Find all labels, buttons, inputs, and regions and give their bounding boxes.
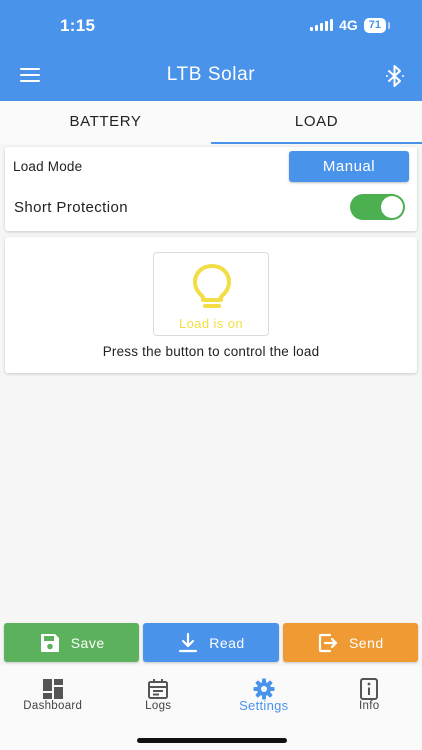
battery-level: 71	[363, 17, 391, 33]
app-title: LTB Solar	[166, 64, 256, 85]
load-control-card: Load is on Press the button to control t…	[5, 237, 417, 373]
nav-info[interactable]: Info	[317, 666, 422, 750]
nav-dashboard-label: Dashboard	[23, 700, 83, 712]
short-protection-toggle[interactable]	[350, 194, 405, 220]
gear-icon	[253, 678, 275, 700]
save-label: Save	[70, 634, 105, 651]
nav-settings-label: Settings	[239, 698, 289, 713]
load-status-text: Load is on	[179, 316, 243, 331]
status-time: 1:15	[60, 16, 96, 35]
download-icon	[179, 632, 198, 652]
save-icon	[40, 633, 59, 652]
send-label: Send	[348, 634, 384, 651]
toggle-knob	[381, 196, 403, 218]
nav-info-label: Info	[359, 700, 380, 712]
home-indicator	[137, 738, 287, 743]
read-button[interactable]: Read	[143, 623, 279, 662]
action-bar: Save Read Send	[4, 623, 418, 662]
tab-load[interactable]: LOAD	[211, 101, 422, 144]
dashboard-icon	[42, 679, 63, 699]
app-header: 1:15 4G 71 LTB Solar	[0, 0, 422, 101]
calendar-icon	[148, 679, 169, 699]
load-mode-button[interactable]: Manual	[289, 151, 409, 182]
tab-battery[interactable]: BATTERY	[0, 101, 211, 144]
signal-icon	[310, 19, 334, 31]
save-button[interactable]: Save	[4, 623, 140, 662]
short-protection-label: Short Protection	[14, 199, 128, 216]
nav-logs-label: Logs	[145, 700, 172, 712]
load-hint-text: Press the button to control the load	[102, 344, 320, 359]
info-icon	[360, 678, 379, 700]
load-mode-label: Load Mode	[13, 159, 83, 174]
send-button[interactable]: Send	[282, 623, 418, 662]
load-settings-card: Load Mode Manual Short Protection	[5, 147, 417, 231]
load-toggle-button[interactable]: Load is on	[153, 252, 269, 336]
read-label: Read	[209, 634, 245, 651]
send-icon	[318, 633, 338, 652]
lightbulb-icon	[193, 264, 231, 308]
bluetooth-icon[interactable]	[384, 64, 406, 88]
status-indicators: 4G 71	[310, 17, 391, 33]
tab-bar: BATTERY LOAD	[0, 101, 422, 144]
nav-dashboard[interactable]: Dashboard	[0, 666, 106, 750]
network-type: 4G	[339, 17, 358, 33]
